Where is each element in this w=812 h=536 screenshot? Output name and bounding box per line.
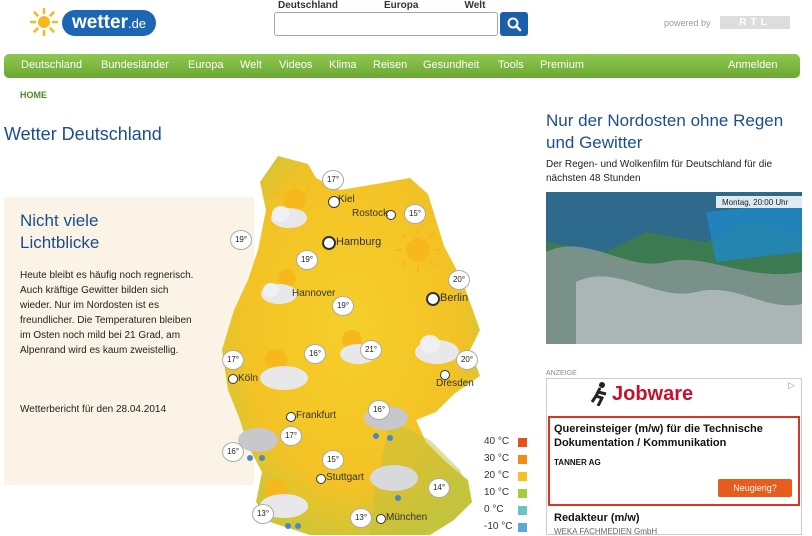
nav-item-bundeslaender[interactable]: Bundesländer bbox=[101, 59, 169, 71]
breadcrumb[interactable]: HOME bbox=[20, 90, 47, 100]
runner-logo-icon bbox=[590, 382, 607, 406]
cloud-icon bbox=[415, 335, 459, 364]
rain-cloud-icon bbox=[370, 465, 418, 501]
region-tab-deutschland[interactable]: Deutschland bbox=[278, 0, 338, 11]
legend-swatch bbox=[518, 472, 527, 481]
city-label-dresden[interactable]: Dresden bbox=[436, 378, 474, 389]
legend-label: 30 °C bbox=[484, 453, 510, 464]
city-label-kiel[interactable]: Kiel bbox=[338, 194, 355, 205]
nav-item-tools[interactable]: Tools bbox=[498, 59, 524, 71]
radar-video-thumbnail[interactable]: Montag, 20:00 Uhr bbox=[546, 192, 802, 344]
page-title: Wetter Deutschland bbox=[4, 124, 162, 144]
sun-cloud-icon bbox=[261, 269, 297, 304]
temp-bubble: 19° bbox=[296, 250, 318, 270]
legend-label: 20 °C bbox=[484, 470, 510, 481]
legend-row: -10 °C bbox=[484, 521, 532, 535]
nav-item-videos[interactable]: Videos bbox=[279, 59, 312, 71]
temp-bubble: 16° bbox=[222, 442, 244, 462]
legend-row: 30 °C bbox=[484, 453, 532, 467]
temp-bubble: 15° bbox=[404, 204, 426, 224]
legend-row: 20 °C bbox=[484, 470, 532, 484]
temp-bubble: 19° bbox=[230, 230, 252, 250]
search-button[interactable] bbox=[500, 12, 528, 36]
nav-item-premium[interactable]: Premium bbox=[540, 59, 584, 71]
powered-by-label: powered by bbox=[664, 18, 711, 28]
search-icon bbox=[507, 17, 522, 32]
legend-row: 0 °C bbox=[484, 504, 532, 518]
city-label-stuttgart[interactable]: Stuttgart bbox=[326, 472, 364, 483]
city-marker[interactable] bbox=[286, 412, 296, 422]
city-label-berlin[interactable]: Berlin bbox=[440, 292, 468, 304]
city-marker[interactable] bbox=[322, 236, 336, 250]
legend-label: -10 °C bbox=[484, 521, 513, 532]
temp-bubble: 21° bbox=[360, 340, 382, 360]
city-label-frankfurt[interactable]: Frankfurt bbox=[296, 410, 336, 421]
forecast-date: Wetterbericht für den 28.04.2014 bbox=[20, 404, 167, 415]
legend-label: 40 °C bbox=[484, 436, 510, 447]
temp-bubble: 17° bbox=[222, 350, 244, 370]
neugierig-button[interactable]: Neugierig? bbox=[718, 479, 792, 497]
nav-item-reisen[interactable]: Reisen bbox=[373, 59, 407, 71]
job2-title[interactable]: Redakteur (m/w) bbox=[554, 512, 640, 524]
city-marker[interactable] bbox=[376, 514, 386, 524]
temp-bubble: 16° bbox=[368, 400, 390, 420]
news-title[interactable]: Nur der Nordosten ohne Regen und Gewitte… bbox=[546, 110, 802, 154]
ad-label: ANZEIGE bbox=[546, 370, 577, 377]
job1-company: TANNER AG bbox=[554, 458, 601, 467]
rain-cloud-icon bbox=[238, 428, 278, 461]
temp-bubble: 13° bbox=[252, 504, 274, 524]
main-nav: Deutschland Bundesländer Europa Welt Vid… bbox=[4, 54, 800, 78]
city-label-hamburg[interactable]: Hamburg bbox=[336, 236, 381, 248]
news-subtitle[interactable]: Der Regen- und Wolkenfilm für Deutschlan… bbox=[546, 158, 802, 186]
nav-item-deutschland[interactable]: Deutschland bbox=[21, 59, 82, 71]
legend-swatch bbox=[518, 506, 527, 515]
city-label-koeln[interactable]: Köln bbox=[238, 373, 258, 384]
region-tab-europa[interactable]: Europa bbox=[384, 0, 418, 11]
search-input[interactable] bbox=[274, 12, 498, 36]
region-tabs: Deutschland Europa Welt bbox=[278, 0, 531, 11]
forecast-headline: Nicht viele Lichtblicke bbox=[20, 211, 100, 252]
sun-cloud-icon bbox=[271, 182, 315, 228]
rtl-logo[interactable]: RTL bbox=[720, 16, 790, 29]
legend-row: 40 °C bbox=[484, 436, 532, 450]
login-link[interactable]: Anmelden bbox=[728, 59, 778, 71]
site-logo[interactable]: wetter.de bbox=[62, 10, 157, 36]
city-label-hannover[interactable]: Hannover bbox=[292, 288, 335, 299]
city-marker[interactable] bbox=[228, 374, 238, 384]
city-label-rostock[interactable]: Rostock bbox=[352, 208, 388, 219]
sun-icon bbox=[396, 228, 440, 272]
nav-item-welt[interactable]: Welt bbox=[240, 59, 262, 71]
temp-bubble: 15° bbox=[322, 450, 344, 470]
temp-bubble: 16° bbox=[304, 344, 326, 364]
temp-bubble: 14° bbox=[428, 478, 450, 498]
legend-row: 10 °C bbox=[484, 487, 532, 501]
temp-bubble: 20° bbox=[448, 270, 470, 290]
logo-tld-text: .de bbox=[127, 16, 147, 31]
region-tab-welt[interactable]: Welt bbox=[464, 0, 485, 11]
sun-logo-icon bbox=[30, 8, 58, 36]
forecast-text: Heute bleibt es häufig noch regnerisch. … bbox=[20, 270, 194, 356]
jobware-brand[interactable]: Jobware bbox=[612, 383, 693, 406]
temp-bubble: 13° bbox=[350, 508, 372, 528]
city-label-muenchen[interactable]: München bbox=[386, 512, 427, 523]
logo-main-text: wetter bbox=[72, 12, 128, 33]
nav-item-gesundheit[interactable]: Gesundheit bbox=[423, 59, 479, 71]
city-marker[interactable] bbox=[426, 292, 440, 306]
temp-bubble: 19° bbox=[332, 296, 354, 316]
temp-bubble: 20° bbox=[456, 350, 478, 370]
legend-swatch bbox=[518, 438, 527, 447]
temp-bubble: 17° bbox=[280, 426, 302, 446]
radar-timestamp: Montag, 20:00 Uhr bbox=[722, 198, 789, 207]
nav-item-klima[interactable]: Klima bbox=[329, 59, 357, 71]
nav-item-europa[interactable]: Europa bbox=[188, 59, 223, 71]
ad-info-icon[interactable]: ▷ bbox=[788, 380, 798, 390]
city-marker[interactable] bbox=[316, 474, 326, 484]
job1-title[interactable]: Quereinsteiger (m/w) für die Technische … bbox=[554, 422, 794, 450]
legend-swatch bbox=[518, 523, 527, 532]
legend-swatch bbox=[518, 455, 527, 464]
legend-label: 0 °C bbox=[484, 504, 504, 515]
temp-bubble: 17° bbox=[322, 170, 344, 190]
legend-label: 10 °C bbox=[484, 487, 510, 498]
legend-swatch bbox=[518, 489, 527, 498]
